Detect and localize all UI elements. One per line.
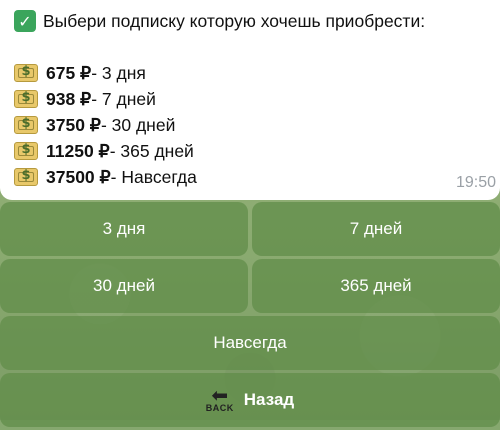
price-item: 938 ₽ - 7 дней: [14, 86, 500, 112]
button-label: 30 дней: [93, 276, 155, 295]
button-label: 3 дня: [102, 219, 146, 238]
message-bubble: ✓ Выбери подписку которую хочешь приобре…: [0, 0, 500, 200]
price-period: - 30 дней: [100, 114, 176, 135]
price-amount: 11250 ₽: [46, 140, 110, 161]
money-icon: [14, 168, 38, 186]
message-title-row: ✓ Выбери подписку которую хочешь приобре…: [14, 6, 500, 36]
price-amount: 37500 ₽: [46, 166, 111, 187]
price-item: 37500 ₽ - Навсегда: [14, 164, 500, 190]
price-amount: 675 ₽: [46, 62, 92, 83]
price-item: 3750 ₽ - 30 дней: [14, 112, 500, 138]
price-amount: 938 ₽: [46, 88, 92, 109]
button-label: 365 дней: [340, 276, 412, 295]
price-item: 675 ₽ - 3 дня: [14, 60, 500, 86]
price-period: - Навсегда: [110, 166, 197, 187]
button-back[interactable]: ⬅ BACK Назад: [0, 373, 500, 427]
message-title: Выбери подписку которую хочешь приобрест…: [43, 10, 426, 31]
money-icon: [14, 90, 38, 108]
money-icon: [14, 142, 38, 160]
price-period: - 3 дня: [91, 62, 146, 83]
message-timestamp: 19:50: [455, 174, 496, 191]
price-period: - 7 дней: [91, 88, 156, 109]
money-icon: [14, 116, 38, 134]
price-period: - 365 дней: [109, 140, 194, 161]
money-icon: [14, 64, 38, 82]
button-3-days[interactable]: 3 дня: [0, 202, 248, 256]
inline-keyboard: 3 дня 7 дней 30 дней 365 дней Навсегда ⬅…: [0, 202, 500, 430]
button-label: Навсегда: [213, 333, 287, 352]
button-7-days[interactable]: 7 дней: [252, 202, 500, 256]
price-item: 11250 ₽ - 365 дней: [14, 138, 500, 164]
button-forever[interactable]: Навсегда: [0, 316, 500, 370]
button-label: Назад: [243, 390, 295, 409]
button-365-days[interactable]: 365 дней: [252, 259, 500, 313]
back-arrow-icon: ⬅ BACK: [205, 383, 234, 413]
price-amount: 3750 ₽: [46, 114, 101, 135]
check-mark-icon: ✓: [14, 10, 36, 32]
button-30-days[interactable]: 30 дней: [0, 259, 248, 313]
button-label: 7 дней: [349, 219, 403, 238]
